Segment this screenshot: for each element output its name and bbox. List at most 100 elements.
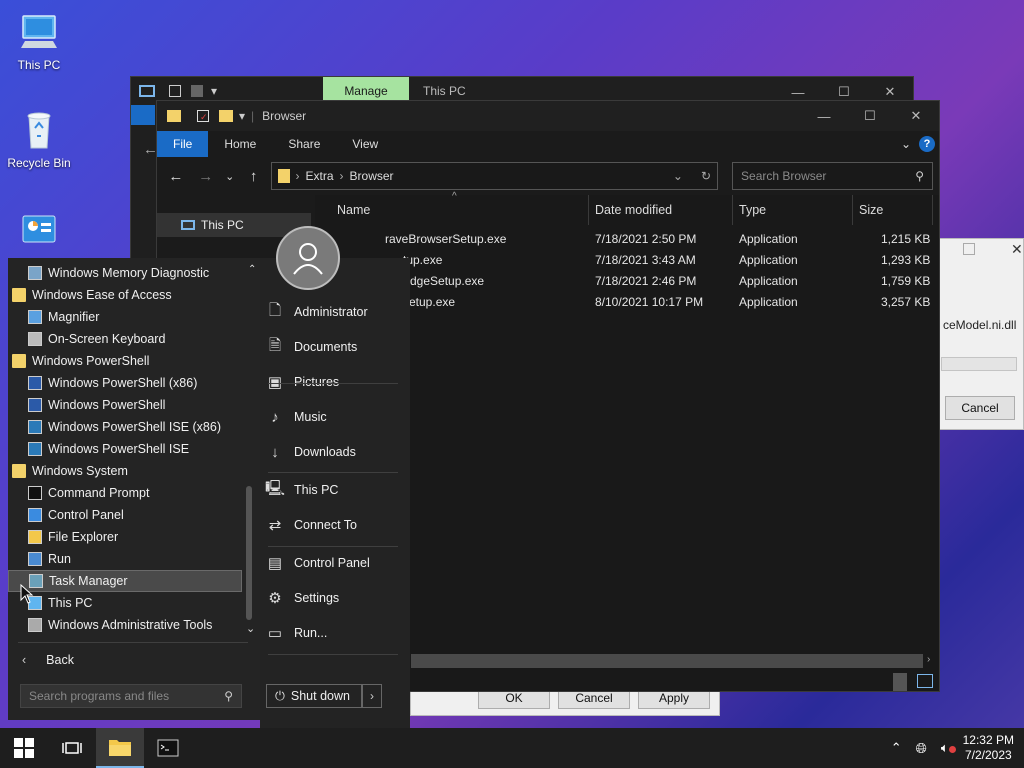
quick-access-icon[interactable] bbox=[191, 85, 203, 97]
places-item-label: Connect To bbox=[294, 518, 358, 532]
places-item[interactable]: ↓ Downloads bbox=[260, 438, 400, 466]
program-folder[interactable]: Windows PowerShell bbox=[8, 350, 242, 372]
places-item-label: Documents bbox=[294, 340, 358, 354]
column-size[interactable]: Size bbox=[853, 195, 933, 225]
refresh-icon[interactable]: ↻ bbox=[701, 169, 711, 183]
program-item[interactable]: Windows PowerShell ISE bbox=[8, 438, 242, 460]
tab-file[interactable]: File bbox=[157, 131, 209, 157]
expand-ribbon-icon[interactable]: ⌄ bbox=[901, 137, 911, 151]
volume-muted-icon[interactable]: 🔈︎ bbox=[941, 740, 956, 756]
up-arrow-icon[interactable]: ↑ bbox=[241, 163, 267, 189]
tab-home[interactable]: Home bbox=[208, 131, 272, 157]
file-explorer-taskbar-button[interactable] bbox=[96, 728, 144, 768]
file-row[interactable]: raveBrowserSetup.exe 7/18/2021 2:50 PM A… bbox=[327, 229, 937, 250]
places-item[interactable]: 🖳 This PC bbox=[260, 476, 400, 504]
scroll-up-icon[interactable]: ⌃ bbox=[248, 264, 256, 275]
program-item[interactable]: Control Panel bbox=[8, 504, 242, 526]
properties-icon[interactable]: ✓ bbox=[197, 110, 209, 122]
program-item[interactable]: Windows PowerShell ISE (x86) bbox=[8, 416, 242, 438]
close-icon[interactable]: ✕ bbox=[1011, 241, 1023, 258]
program-item[interactable]: Windows Administrative Tools bbox=[8, 614, 242, 636]
maximize-button[interactable]: ☐ bbox=[847, 101, 893, 131]
search-input[interactable]: Search Browser ⚲ bbox=[732, 162, 934, 190]
program-item[interactable]: Command Prompt bbox=[8, 482, 242, 504]
forward-arrow-icon[interactable]: → bbox=[193, 163, 219, 189]
minimize-button[interactable]: — bbox=[801, 101, 847, 131]
app-icon bbox=[28, 398, 42, 412]
places-item[interactable]: ▭ Run... bbox=[260, 619, 400, 647]
new-folder-icon[interactable] bbox=[219, 110, 233, 122]
back-window-file-tab[interactable] bbox=[131, 105, 155, 125]
tab-view[interactable]: View bbox=[336, 131, 394, 157]
ribbon-tabs: File Home Share View ⌄ ? bbox=[157, 131, 939, 157]
program-item[interactable]: Run bbox=[8, 548, 242, 570]
maximize-button[interactable] bbox=[963, 243, 975, 255]
chevron-left-icon: ‹ bbox=[22, 653, 27, 667]
avatar[interactable] bbox=[276, 226, 340, 290]
shutdown-options-button[interactable]: › bbox=[362, 684, 382, 708]
run-icon: ▭ bbox=[267, 625, 283, 642]
network-icon[interactable]: 🌐︎ bbox=[916, 740, 927, 757]
address-dropdown-icon[interactable]: ⌄ bbox=[673, 169, 683, 183]
recent-locations-icon[interactable]: ⌄ bbox=[223, 163, 237, 189]
places-item[interactable]: 🗋 Administrator bbox=[260, 298, 400, 326]
chevron-down-icon[interactable]: ▾ bbox=[211, 84, 217, 98]
tab-share[interactable]: Share bbox=[272, 131, 336, 157]
properties-icon[interactable] bbox=[169, 85, 181, 97]
program-label: Windows System bbox=[32, 464, 128, 478]
program-label: Task Manager bbox=[49, 574, 128, 588]
file-row[interactable]: tup.exe 7/18/2021 3:43 AM Application 1,… bbox=[327, 250, 937, 271]
chevron-down-icon[interactable]: ▾ bbox=[239, 109, 245, 123]
program-item[interactable]: Magnifier bbox=[8, 306, 242, 328]
file-row[interactable]: dgeSetup.exe 7/18/2021 2:46 PM Applicati… bbox=[327, 271, 937, 292]
close-button[interactable]: ✕ bbox=[893, 101, 939, 131]
scroll-down-icon[interactable]: ⌄ bbox=[246, 622, 255, 635]
back-arrow-icon[interactable]: ← bbox=[163, 163, 189, 189]
large-icons-view-icon[interactable] bbox=[917, 674, 933, 688]
program-item[interactable]: On-Screen Keyboard bbox=[8, 328, 242, 350]
chevron-up-icon[interactable]: ⌃ bbox=[891, 740, 902, 756]
document-icon: 🗎 bbox=[268, 336, 282, 354]
breadcrumb-extra[interactable]: Extra bbox=[306, 169, 334, 183]
places-item[interactable]: ▤ Control Panel bbox=[260, 549, 400, 577]
back-button[interactable]: ‹ Back bbox=[18, 648, 248, 672]
copy-dialog: ✕ ceModel.ni.dll Cancel bbox=[938, 238, 1024, 430]
program-list-scrollbar[interactable] bbox=[246, 486, 252, 620]
task-view-button[interactable] bbox=[48, 728, 96, 768]
program-item[interactable]: This PC bbox=[8, 592, 242, 614]
scroll-right-icon[interactable]: › bbox=[927, 654, 930, 665]
help-icon[interactable]: ? bbox=[919, 136, 935, 152]
start-search-input[interactable]: Search programs and files ⚲ bbox=[20, 684, 242, 708]
breadcrumb-browser[interactable]: Browser bbox=[350, 169, 394, 183]
command-prompt-taskbar-button[interactable] bbox=[144, 728, 192, 768]
program-folder[interactable]: Windows System bbox=[8, 460, 242, 482]
desktop-icon-recycle-bin[interactable]: Recycle Bin bbox=[3, 108, 75, 170]
cancel-button[interactable]: Cancel bbox=[945, 396, 1015, 420]
places-item[interactable]: ⚙ Settings bbox=[260, 584, 400, 612]
program-item[interactable]: Windows PowerShell bbox=[8, 394, 242, 416]
file-row[interactable]: etup.exe 8/10/2021 10:17 PM Application … bbox=[327, 292, 937, 313]
shutdown-button[interactable]: ⏻ Shut down bbox=[266, 684, 362, 708]
program-folder[interactable]: Windows Ease of Access bbox=[8, 284, 242, 306]
details-view-icon[interactable] bbox=[893, 673, 907, 691]
program-item[interactable]: Windows PowerShell (x86) bbox=[8, 372, 242, 394]
program-item[interactable]: File Explorer bbox=[8, 526, 242, 548]
clock[interactable]: 12:32 PM 7/2/2023 bbox=[963, 733, 1014, 763]
divider bbox=[268, 546, 398, 547]
desktop-icon-this-pc[interactable]: This PC bbox=[3, 10, 75, 72]
program-label: Windows PowerShell (x86) bbox=[48, 376, 198, 390]
column-type[interactable]: Type bbox=[733, 195, 853, 225]
program-item[interactable]: Task Manager bbox=[8, 570, 242, 592]
places-item[interactable]: ⇄ Connect To bbox=[260, 511, 400, 539]
address-bar[interactable]: › Extra › Browser ⌄ ↻ bbox=[270, 162, 719, 190]
start-button[interactable] bbox=[0, 728, 48, 768]
program-item[interactable]: Windows Memory Diagnostic bbox=[8, 262, 242, 284]
desktop-icon-control-panel[interactable] bbox=[3, 210, 75, 258]
places-item[interactable]: 🗎 Documents bbox=[260, 333, 400, 361]
places-item[interactable]: ♪ Music bbox=[260, 403, 400, 431]
places-item[interactable]: ▣ Pictures bbox=[260, 368, 400, 396]
column-date-modified[interactable]: Date modified bbox=[589, 195, 733, 225]
taskbar: ⌃ 🌐︎ 🔈︎ 12:32 PM 7/2/2023 bbox=[0, 728, 1024, 768]
horizontal-scrollbar[interactable] bbox=[411, 654, 923, 668]
column-name[interactable]: Name bbox=[327, 195, 589, 225]
